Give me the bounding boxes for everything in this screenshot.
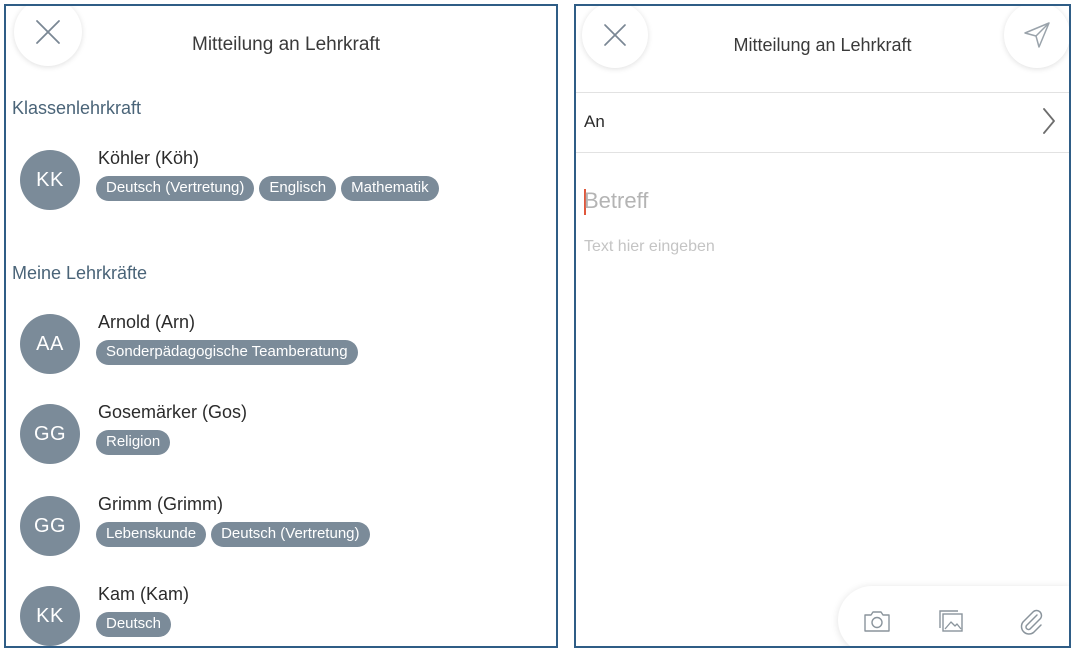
- subject-chip: Englisch: [259, 176, 337, 201]
- avatar: GG: [20, 496, 80, 556]
- avatar: GG: [20, 404, 80, 464]
- compose-message-panel: Mitteilung an Lehrkraft An: [574, 4, 1071, 648]
- gallery-button[interactable]: [936, 606, 966, 636]
- send-icon: [1024, 22, 1050, 48]
- chevron-right-icon: [1043, 108, 1055, 134]
- subject-chip: Lebenskunde: [96, 522, 207, 547]
- subject-list: Sonderpädagogische Teamberatung: [96, 340, 358, 365]
- page-title: Mitteilung an Lehrkraft: [733, 35, 912, 55]
- section-heading-class-teacher: Klassenlehrkraft: [12, 98, 142, 118]
- divider: [576, 152, 1069, 153]
- teacher-name: Grimm (Grimm): [98, 494, 223, 514]
- subject-chip: Religion: [96, 430, 171, 455]
- teacher-name: Gosemärker (Gos): [98, 402, 248, 422]
- recipient-label: An: [584, 112, 605, 131]
- subject-list: Deutsch (Vertretung) Englisch Mathematik: [96, 176, 439, 201]
- attachment-button[interactable]: [1016, 606, 1046, 636]
- subject-chip: Deutsch (Vertretung): [211, 522, 370, 547]
- subject-chip: Sonderpädagogische Teamberatung: [96, 340, 358, 365]
- subject-list: Religion: [96, 430, 171, 455]
- avatar: KK: [20, 150, 80, 210]
- section-heading-my-teachers: Meine Lehrkräfte: [12, 263, 148, 283]
- paperclip-icon: [1020, 609, 1043, 635]
- message-body-input[interactable]: [584, 238, 1054, 578]
- avatar: KK: [20, 586, 80, 646]
- camera-icon: [864, 611, 890, 632]
- subject-list: Lebenskunde Deutsch (Vertretung): [96, 522, 370, 547]
- subject-chip: Deutsch (Vertretung): [96, 176, 255, 201]
- teacher-name: Arnold (Arn): [98, 312, 196, 332]
- page-title: Mitteilung an Lehrkraft: [192, 34, 380, 55]
- subject-list: Deutsch: [96, 612, 172, 637]
- subject-input[interactable]: [584, 188, 1054, 214]
- subject-chip: Deutsch: [96, 612, 172, 637]
- recipient-row[interactable]: An: [576, 92, 1069, 152]
- send-button[interactable]: [1004, 6, 1069, 68]
- avatar: AA: [20, 314, 80, 374]
- teacher-name: Köhler (Köh): [98, 148, 200, 168]
- camera-button[interactable]: [862, 606, 892, 636]
- teacher-list-panel: Mitteilung an Lehrkraft Klassenlehrkraft…: [4, 4, 558, 648]
- teacher-name: Kam (Kam): [98, 584, 190, 604]
- attachment-toolbar: [838, 586, 1069, 646]
- subject-chip: Mathematik: [341, 176, 439, 201]
- gallery-icon: [939, 610, 963, 632]
